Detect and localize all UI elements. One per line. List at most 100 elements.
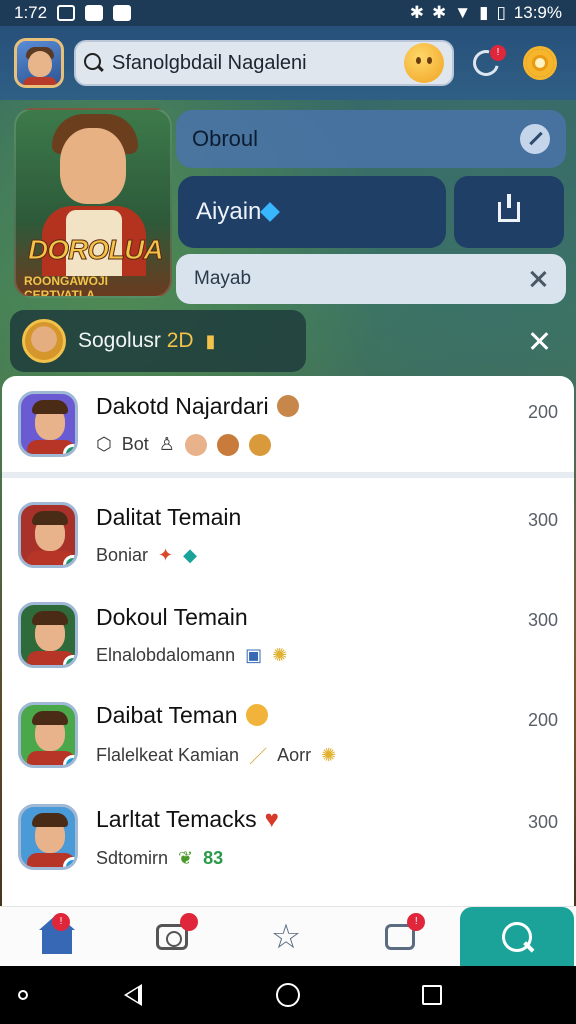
nav-messages[interactable]: ! xyxy=(343,907,457,966)
list-item-score: 300 xyxy=(527,610,558,630)
username-row[interactable]: Aiyain xyxy=(178,176,446,248)
hero-logo-title: DOROLUA xyxy=(28,234,165,266)
list-item-tail: 83 xyxy=(203,847,224,868)
bot-icon: ⬡ xyxy=(96,434,112,454)
list-name-row: Dakotd Najardari xyxy=(96,393,528,420)
battery-icon: ▯ xyxy=(496,3,506,22)
profile-search-icon xyxy=(501,921,532,952)
settings-button[interactable] xyxy=(518,41,562,85)
status-input-field[interactable]: Mayab xyxy=(176,254,566,304)
avatar-hair xyxy=(32,511,68,525)
user-avatar[interactable] xyxy=(14,38,64,88)
status-dot xyxy=(63,655,75,665)
list-avatar xyxy=(18,502,78,568)
home-badge: ! xyxy=(52,913,70,931)
back-icon[interactable] xyxy=(124,984,142,1006)
list-item-score: 300 xyxy=(527,510,558,530)
list-item-name: Dokoul Temain xyxy=(96,604,248,630)
hero-card[interactable]: DOROLUA ROONGAWOJI CERTVATLA xyxy=(14,108,172,298)
bluetooth-secondary-icon: ✱ xyxy=(432,3,447,22)
sparkle-icon: ✺ xyxy=(321,745,337,765)
share-button[interactable] xyxy=(454,176,564,248)
navigation-notification-icon xyxy=(113,5,132,21)
notifications-button[interactable]: ! xyxy=(464,41,508,85)
home-circle-icon[interactable] xyxy=(276,983,300,1007)
friends-list: Dakotd Najardari ⬡ Bot ♙ 200 Dalitat Tem… xyxy=(2,376,574,906)
list-item-name: Dakotd Najardari xyxy=(96,392,269,419)
status-dot xyxy=(63,444,75,454)
list-name-row: Daibat Teman xyxy=(96,702,528,729)
list-item[interactable]: Larltat Temacks ♥ Sdtomirn ❦ 83 300 xyxy=(2,786,574,888)
list-item[interactable]: Daibat Teman Flalelkeat Kamian ／ Aorr ✺ … xyxy=(2,684,574,786)
assistant-icon[interactable] xyxy=(18,990,28,1000)
system-navigation-bar xyxy=(0,966,576,1024)
gear-icon xyxy=(526,49,554,77)
recent-apps-icon[interactable] xyxy=(422,985,442,1005)
star-sparkle-icon: ✦ xyxy=(158,545,174,565)
emoji-face-icon[interactable] xyxy=(404,43,444,83)
face-emoji-icon xyxy=(216,433,239,456)
list-item-sub: Sdtomirn xyxy=(96,847,169,868)
signal-icon: ▮ xyxy=(479,3,489,22)
avatar-hair xyxy=(32,813,68,827)
top-bar: Sfanolgbdail Nagaleni ! xyxy=(0,26,576,100)
heart-icon: ♥ xyxy=(264,805,279,833)
profile-name-row[interactable]: Obroul xyxy=(176,110,566,168)
list-item[interactable]: Dokoul Temain Elnalobdalomann ▣ ✺ 300 xyxy=(2,584,574,686)
list-item[interactable]: Dalitat Temain Boniar ✦ ◆ 300 xyxy=(2,484,574,586)
list-item[interactable]: Dakotd Najardari ⬡ Bot ♙ 200 xyxy=(2,376,574,478)
status-input-value[interactable]: Mayab xyxy=(194,268,251,290)
nav-favorites[interactable]: ☆ xyxy=(229,907,343,966)
clear-icon[interactable] xyxy=(528,269,548,289)
bottom-navigation: ! ☆ ! xyxy=(0,906,576,966)
list-avatar xyxy=(18,602,78,668)
status-time: 1:72 xyxy=(14,3,48,22)
photo-icon: ▣ xyxy=(245,645,263,665)
search-bar[interactable]: Sfanolgbdail Nagaleni xyxy=(74,40,454,86)
list-sub-row: Sdtomirn ❦ 83 xyxy=(96,848,528,869)
list-avatar xyxy=(18,391,78,457)
app-notification-icon xyxy=(85,5,104,21)
notifications-badge: ! xyxy=(490,45,506,61)
smile-emoji-icon xyxy=(245,704,268,726)
group-avatar xyxy=(22,319,66,363)
nav-profile[interactable] xyxy=(459,907,575,966)
edit-icon[interactable] xyxy=(520,124,550,154)
list-item-tail: Aorr xyxy=(277,745,312,765)
list-item-score: 200 xyxy=(527,402,558,422)
avatar-hair xyxy=(32,711,68,725)
gem-icon: ◆ xyxy=(183,545,197,565)
camera-badge xyxy=(180,913,199,931)
list-item-sub: Elnalobdalomann xyxy=(96,645,236,665)
hero-face xyxy=(60,128,126,204)
nav-camera[interactable] xyxy=(114,907,228,966)
avatar-hair xyxy=(32,611,68,625)
list-item-sub: Flalelkeat Kamian xyxy=(96,745,240,765)
status-dot xyxy=(63,857,75,867)
list-name-row: Dokoul Temain xyxy=(96,604,528,631)
sparkle-icon: ✺ xyxy=(272,645,288,665)
list-item-score: 200 xyxy=(527,710,558,730)
wifi-icon: ▼ xyxy=(454,3,472,22)
group-label: Sogolusr xyxy=(78,329,161,352)
list-sub-row: ⬡ Bot ♙ xyxy=(96,433,528,456)
avatar-shirt xyxy=(23,77,57,85)
status-dot xyxy=(63,555,75,565)
group-strip[interactable]: Sogolusr 2D ▮ xyxy=(10,310,306,372)
list-item-name: Larltat Temacks xyxy=(96,806,257,832)
list-item-score: 300 xyxy=(527,812,558,832)
leaf-icon: ❦ xyxy=(178,847,194,868)
messages-badge: ! xyxy=(407,913,426,931)
close-group-strip-button[interactable] xyxy=(524,326,554,356)
search-input[interactable]: Sfanolgbdail Nagaleni xyxy=(112,52,396,75)
list-item-sub: Boniar xyxy=(96,545,149,565)
pencil-icon: ／ xyxy=(249,746,268,767)
face-emoji-icon xyxy=(184,433,207,456)
list-sub-row: Boniar ✦ ◆ xyxy=(96,545,528,566)
list-avatar xyxy=(18,702,78,768)
battery-level: 13:9% xyxy=(513,3,562,22)
profile-name: Obroul xyxy=(192,126,259,151)
search-icon xyxy=(84,53,104,73)
nav-home[interactable]: ! xyxy=(0,907,114,966)
list-name-row: Dalitat Temain xyxy=(96,504,528,531)
